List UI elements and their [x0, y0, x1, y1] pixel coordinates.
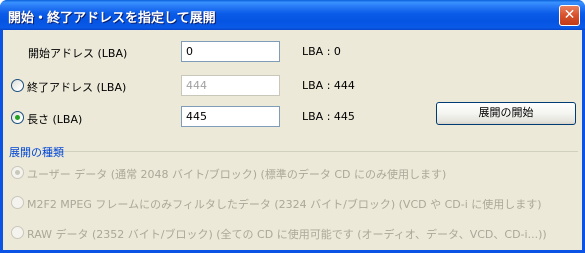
group-divider	[59, 151, 578, 152]
start-address-label: 開始アドレス (LBA)	[28, 47, 128, 60]
length-label[interactable]: 長さ (LBA)	[27, 111, 82, 127]
start-extract-button[interactable]: 展開の開始	[436, 102, 576, 125]
start-address-input[interactable]: 0	[181, 41, 280, 62]
length-radio[interactable]	[11, 111, 24, 124]
extract-type-group-title: 展開の種類	[9, 146, 64, 159]
user-data-option-label[interactable]: ユーザー データ (通常 2048 バイト/ブロック) (標準のデータ CD に…	[27, 166, 446, 182]
raw-data-option-label[interactable]: RAW データ (2352 バイト/ブロック) (全ての CD に使用可能です …	[27, 226, 547, 242]
length-input[interactable]: 445	[181, 106, 280, 127]
close-icon: ✕	[563, 7, 576, 23]
end-address-label[interactable]: 終了アドレス (LBA)	[27, 79, 126, 95]
user-data-radio[interactable]	[11, 166, 24, 179]
close-button[interactable]: ✕	[559, 5, 580, 26]
raw-data-radio[interactable]	[11, 226, 24, 239]
end-address-radio[interactable]	[11, 79, 24, 92]
window-title: 開始・終了アドレスを指定して展開	[8, 11, 216, 26]
m2f2-mpeg-option-label[interactable]: M2F2 MPEG フレームにのみフィルタしたデータ (2324 バイト/ブロッ…	[27, 196, 542, 212]
end-address-input[interactable]: 444	[181, 75, 280, 96]
title-bar[interactable]: 開始・終了アドレスを指定して展開 ✕	[0, 0, 585, 30]
m2f2-mpeg-radio[interactable]	[11, 196, 24, 209]
length-lba-readout: LBA : 445	[302, 110, 355, 123]
end-address-lba-readout: LBA : 444	[302, 79, 355, 92]
dialog-window: 開始・終了アドレスを指定して展開 ✕ 開始アドレス (LBA) 0 LBA : …	[0, 0, 585, 253]
dialog-body: 開始アドレス (LBA) 0 LBA : 0 終了アドレス (LBA) 444 …	[3, 30, 582, 250]
start-address-lba-readout: LBA : 0	[302, 45, 341, 58]
